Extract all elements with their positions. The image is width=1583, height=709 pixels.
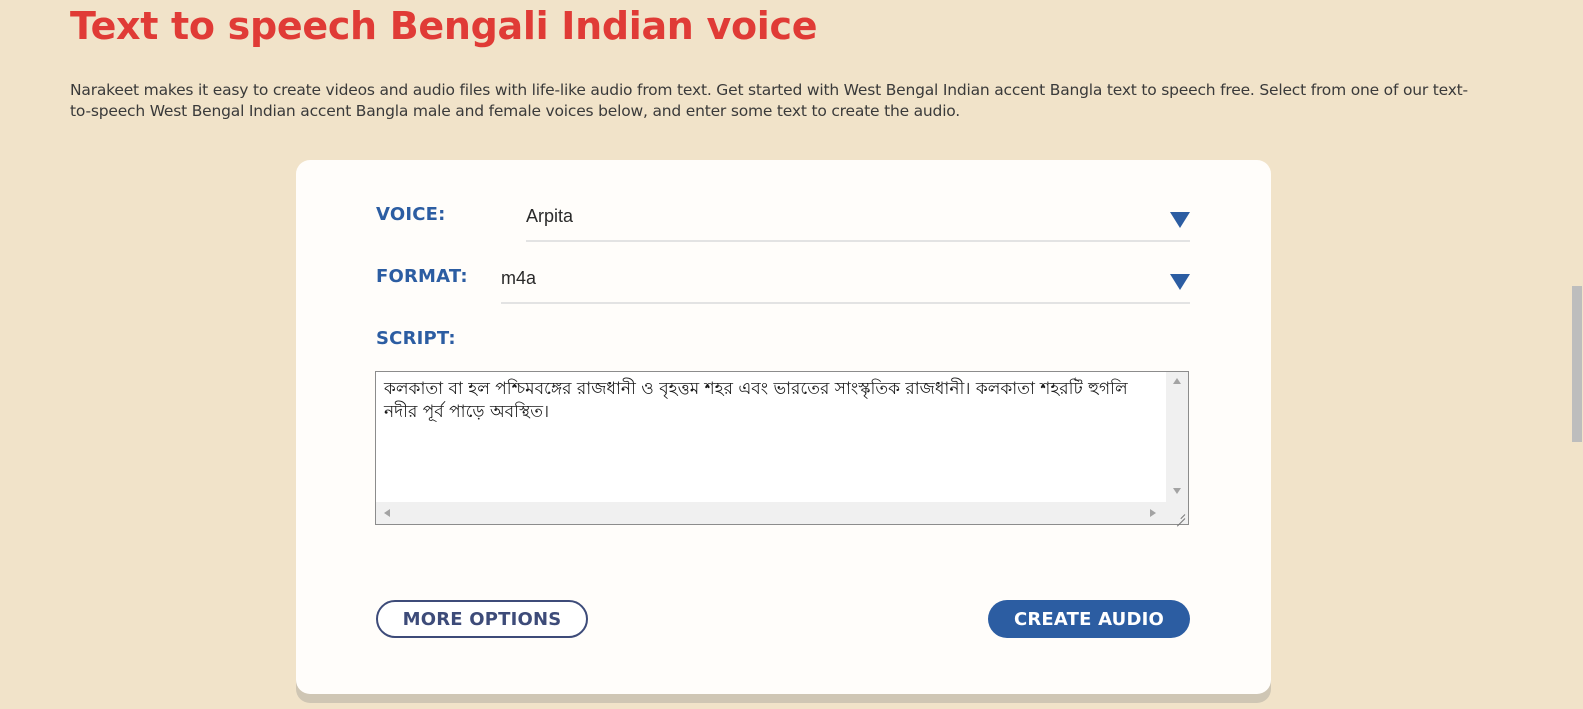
page-scrollbar-thumb[interactable] <box>1572 286 1582 442</box>
create-audio-button[interactable]: CREATE AUDIO <box>988 600 1190 638</box>
script-textarea[interactable]: কলকাতা বা হল পশ্চিমবঙ্গের রাজধানী ও বৃহত… <box>375 371 1189 525</box>
scroll-right-icon[interactable] <box>1150 509 1156 517</box>
textarea-vertical-scrollbar[interactable] <box>1166 372 1188 502</box>
scroll-left-icon[interactable] <box>384 509 390 517</box>
voice-select-value: Arpita <box>526 206 574 226</box>
intro-text: Narakeet makes it easy to create videos … <box>70 81 1468 120</box>
script-label: SCRIPT: <box>376 328 456 349</box>
more-options-button[interactable]: MORE OPTIONS <box>376 600 588 638</box>
scroll-up-icon[interactable] <box>1173 378 1181 384</box>
page-scrollbar[interactable] <box>1569 0 1583 709</box>
resize-grip-icon[interactable] <box>1166 502 1188 524</box>
format-label: FORMAT: <box>376 266 468 287</box>
chevron-down-icon <box>1170 274 1190 290</box>
script-textarea-content[interactable]: কলকাতা বা হল পশ্চিমবঙ্গের রাজধানী ও বৃহত… <box>384 378 1164 424</box>
page-title: Text to speech Bengali Indian voice <box>70 4 818 48</box>
format-select-value: m4a <box>501 268 537 288</box>
voice-select[interactable]: Arpita <box>526 200 1190 242</box>
chevron-down-icon <box>1170 212 1190 228</box>
format-select[interactable]: m4a <box>501 262 1190 304</box>
scroll-down-icon[interactable] <box>1173 488 1181 494</box>
textarea-horizontal-scrollbar[interactable] <box>376 502 1166 524</box>
voice-label: VOICE: <box>376 204 446 225</box>
